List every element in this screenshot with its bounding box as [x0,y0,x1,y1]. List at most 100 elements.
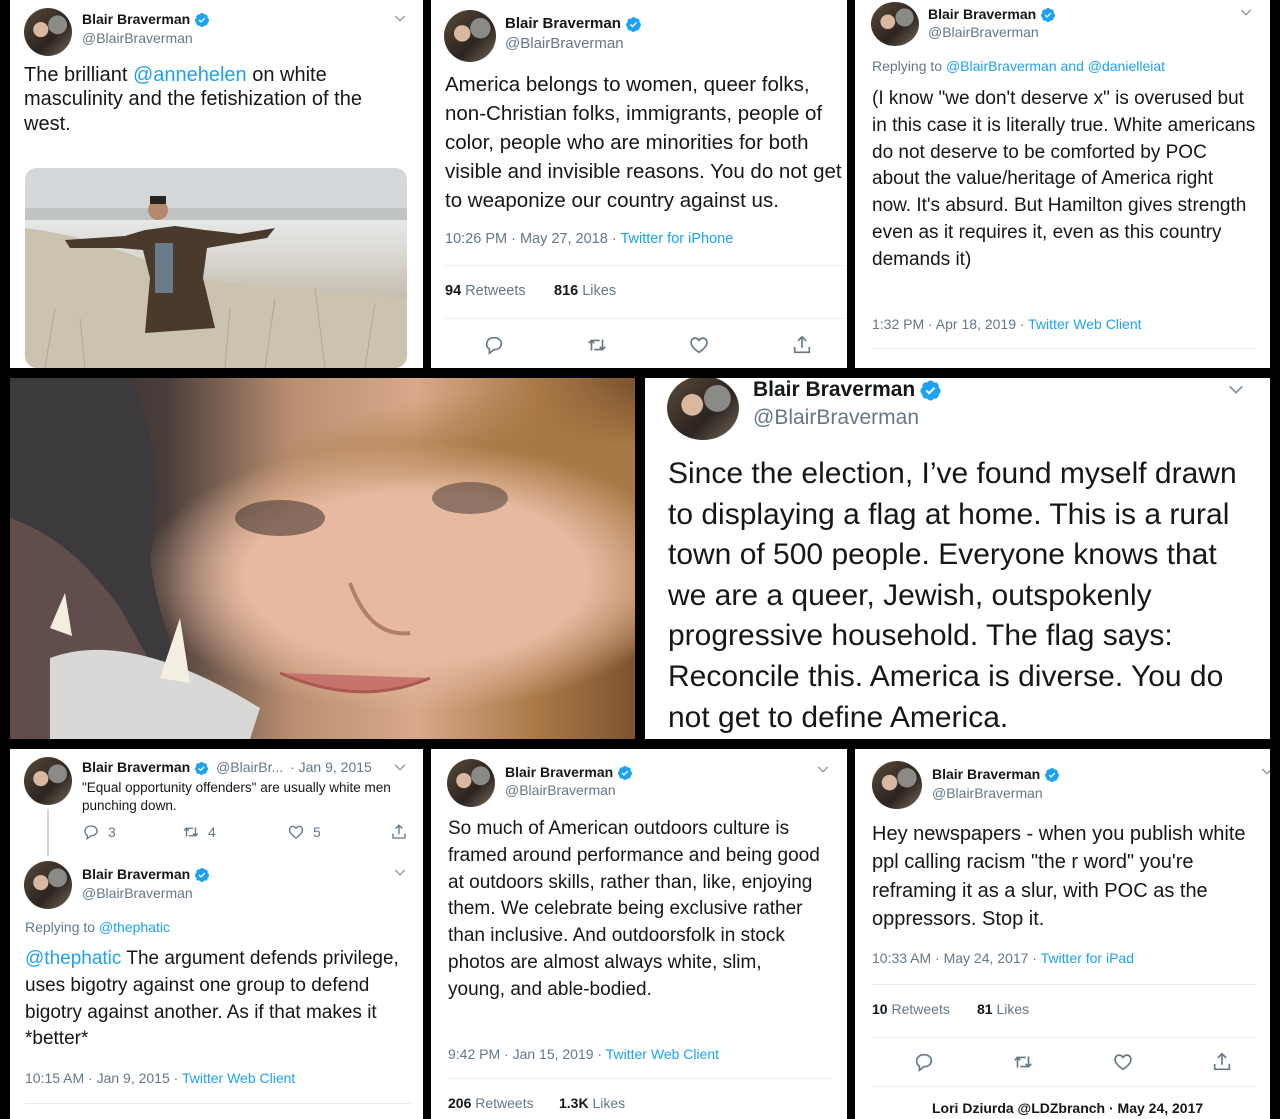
tweet-source-link[interactable]: Twitter for iPad [1041,950,1134,966]
avatar[interactable] [24,861,72,909]
author-handle: @BlairBraverman [928,24,1039,40]
author-handle: @BlairBraverman [932,785,1043,801]
selfie-with-dog-figure [10,378,508,739]
author-name[interactable]: Blair Braverman [753,378,942,402]
author-name[interactable]: Blair Braverman @BlairBr... · Jan 9, 201… [82,759,372,776]
avatar[interactable] [24,757,72,805]
chevron-down-icon[interactable] [815,761,831,777]
reply-count-button[interactable]: 3 [82,823,116,841]
avatar[interactable] [871,2,919,46]
retweets-label: Retweets [891,1001,950,1017]
like-icon[interactable] [1112,1051,1134,1073]
tweet-text: Since the election, I’ve found myself dr… [668,457,1237,734]
replying-to: Replying to @BlairBraverman and @daniell… [872,58,1165,74]
retweets-stat[interactable]: 94 Retweets [445,283,526,299]
chevron-down-icon[interactable] [1225,378,1247,400]
author-name[interactable]: Blair Braverman [505,764,633,781]
replying-label: Replying to [25,919,99,935]
verified-badge-icon [194,867,210,883]
tweet-source-link[interactable]: Twitter Web Client [182,1070,295,1086]
like-icon[interactable] [688,334,710,356]
author-handle: @BlairBraverman [753,406,920,429]
likes-stat[interactable]: 816 Likes [554,283,616,299]
tweet-card-america-belongs: Blair Braverman @BlairBraverman America … [431,0,847,368]
author-name-text: Blair Braverman [932,766,1041,782]
selfie-photo[interactable] [10,378,635,739]
avatar[interactable] [667,378,739,440]
likes-count: 1.3K [559,1095,589,1111]
tweet-card-newspapers: Blair Braverman @BlairBraverman Hey news… [855,749,1270,1119]
tweet-date[interactable]: · Jan 9, 2015 [290,759,372,775]
likes-label: Likes [996,1001,1030,1017]
retweet-count: 4 [208,824,216,840]
retweets-stat[interactable]: 206 Retweets [448,1095,534,1111]
share-icon[interactable] [390,823,408,841]
chevron-down-icon[interactable] [392,864,408,880]
tweet-card-annehelen: Blair Braverman @BlairBraverman The bril… [10,0,423,368]
retweet-icon[interactable] [1012,1051,1034,1073]
avatar[interactable] [24,8,72,56]
replying-label: Replying to [872,58,946,74]
tweet-timestamp: 9:42 PM · Jan 15, 2019 · Twitter Web Cli… [448,1046,719,1062]
verified-badge-icon [625,16,642,33]
timestamp-text[interactable]: 9:42 PM · Jan 15, 2019 · [448,1046,606,1062]
tweet-source-link[interactable]: Twitter for iPhone [620,231,733,247]
author-name[interactable]: Blair Braverman [505,15,642,33]
author-name[interactable]: Blair Braverman [82,11,210,28]
share-icon[interactable] [791,334,813,356]
timestamp-text[interactable]: 10:33 AM · May 24, 2017 · [872,950,1041,966]
reply-count: 3 [108,824,116,840]
like-count-button[interactable]: 5 [287,823,321,841]
retweet-count-button[interactable]: 4 [182,823,216,841]
replying-to: Replying to @thephatic [25,919,170,935]
retweets-count: 94 [445,283,462,299]
tweet-timestamp: 1:32 PM · Apr 18, 2019 · Twitter Web Cli… [872,316,1142,332]
chevron-down-icon[interactable] [1238,4,1254,20]
share-icon[interactable] [1211,1051,1233,1073]
retweet-icon [182,823,200,841]
verified-badge-icon [919,379,942,402]
tweet-source-link[interactable]: Twitter Web Client [606,1046,719,1062]
next-reply-preview[interactable]: Lori Dziurda @LDZbranch · May 24, 2017 [932,1100,1203,1116]
author-handle: @BlairBraverman [505,35,624,52]
retweet-icon[interactable] [586,334,608,356]
tweet-timestamp: 10:33 AM · May 24, 2017 · Twitter for iP… [872,950,1134,966]
timestamp-text[interactable]: 1:32 PM · Apr 18, 2019 · [872,316,1028,332]
reply-icon[interactable] [483,334,505,356]
likes-label: Likes [582,283,617,299]
tweet-text: America belongs to women, queer folks, n… [445,73,842,212]
avatar[interactable] [872,761,922,809]
likes-stat[interactable]: 81 Likes [977,1001,1029,1017]
tweet-card-flag: Blair Braverman @BlairBraverman Since th… [645,378,1270,739]
divider [872,1086,1257,1087]
chevron-down-icon[interactable] [392,10,408,26]
verified-badge-icon [194,12,210,28]
divider [872,984,1257,985]
avatar[interactable] [447,759,495,807]
tweet-timestamp: 10:15 AM · Jan 9, 2015 · Twitter Web Cli… [25,1070,295,1086]
mention-link[interactable]: @thephatic [25,948,121,969]
field-photo[interactable] [25,168,407,368]
author-name-text: Blair Braverman [82,11,191,27]
reply-icon[interactable] [913,1051,935,1073]
timestamp-text[interactable]: 10:15 AM · Jan 9, 2015 · [25,1070,182,1086]
likes-stat[interactable]: 1.3K Likes [559,1095,625,1111]
replying-to-link[interactable]: @thephatic [99,919,170,935]
tweet-source-link[interactable]: Twitter Web Client [1028,316,1141,332]
chevron-down-icon[interactable] [1259,763,1270,779]
author-name[interactable]: Blair Braverman [82,866,210,883]
avatar[interactable] [444,10,496,62]
author-name[interactable]: Blair Braverman [928,6,1056,23]
retweets-stat[interactable]: 10 Retweets [872,1001,950,1017]
author-name-text: Blair Braverman [505,15,621,32]
tweet-timestamp: 10:26 PM · May 27, 2018 · Twitter for iP… [445,231,733,247]
replying-to-link[interactable]: @BlairBraverman and @danielleiat [946,58,1165,74]
chevron-down-icon[interactable] [392,759,408,775]
author-handle: @BlairBraverman [82,30,193,46]
mention-link[interactable]: @annehelen [133,64,247,86]
verified-badge-icon [617,765,633,781]
timestamp-text[interactable]: 10:26 PM · May 27, 2018 · [445,231,620,247]
man-in-field-figure [25,168,407,368]
author-handle-short: @BlairBr... [216,759,284,775]
author-name[interactable]: Blair Braverman [932,766,1060,783]
